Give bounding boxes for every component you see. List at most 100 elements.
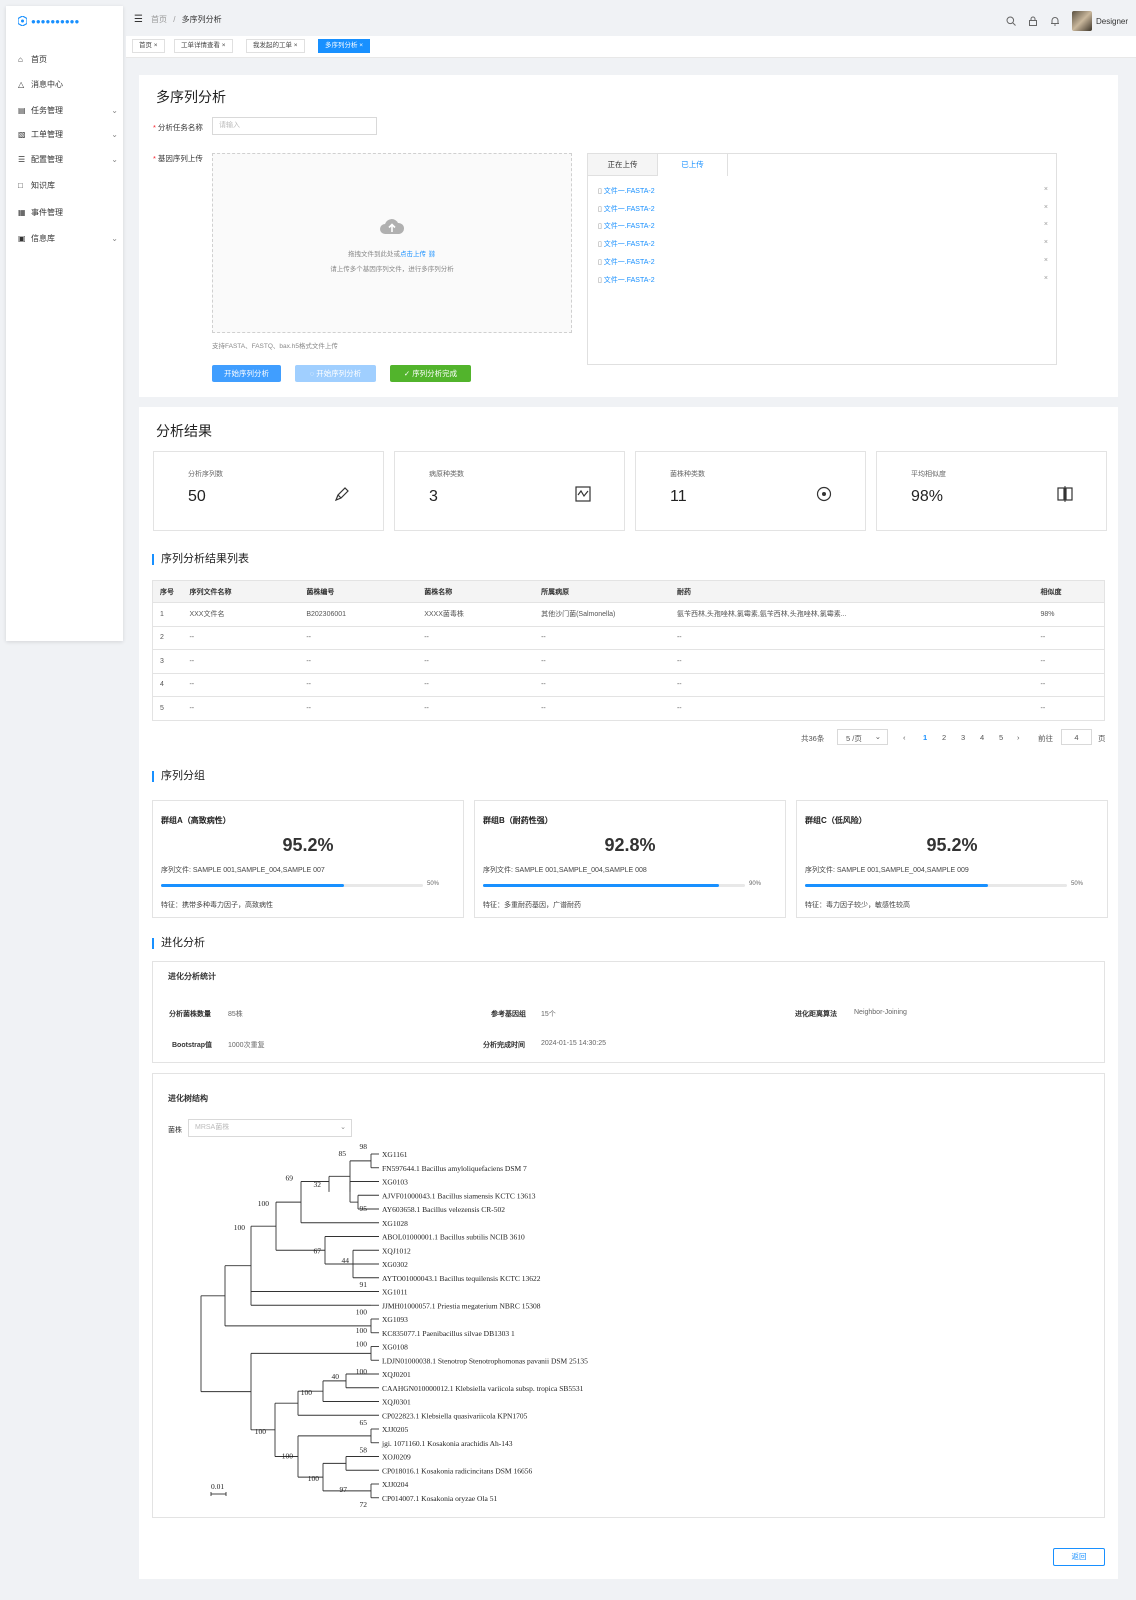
tree-leaf-label: XG1011: [382, 1288, 408, 1297]
tree-leaf-label: XG0103: [382, 1178, 408, 1187]
sidebar-item-1[interactable]: △ 消息中心: [18, 76, 118, 92]
lock-icon[interactable]: [1028, 16, 1038, 26]
sidebar-item-3[interactable]: ▧ 工单管理 ⌄: [18, 126, 118, 142]
tree-leaf-label: XJJ0205: [382, 1425, 409, 1434]
group-feature: 特征：毒力因子较少，敏感性较高: [805, 902, 910, 909]
home-icon: ⌂: [18, 54, 23, 64]
page-size-select[interactable]: 5 /页 ⌄: [837, 729, 888, 745]
next-page-icon[interactable]: ›: [1017, 733, 1020, 742]
uploaded-file-item[interactable]: ▯ 文件一.FASTA-2 ×: [598, 239, 1048, 249]
start-analysis-button[interactable]: 开始序列分析: [212, 365, 281, 382]
table-row[interactable]: 3 -- -- -- -- -- --: [152, 649, 1105, 674]
goto-page-input[interactable]: 4: [1061, 729, 1092, 745]
sidebar-item-2[interactable]: ▤ 任务管理 ⌄: [18, 102, 118, 118]
file-name[interactable]: 文件一.FASTA-2: [604, 223, 655, 230]
tree-leaf-label: XG1161: [382, 1150, 408, 1159]
table-cell: --: [534, 626, 670, 650]
group-progress-bar: [805, 884, 1067, 887]
tab-ticket-detail[interactable]: 工单详情查看 ×: [174, 39, 233, 53]
avatar[interactable]: [1071, 11, 1092, 31]
remove-file-icon[interactable]: ×: [1044, 186, 1048, 193]
table-row[interactable]: 1 XXX文件名 B202306001 XXXX菌毒株 其他沙门菌(Salmonella…: [152, 602, 1105, 627]
sidebar: ●●●●●●●●●● ⌂ 首页 △ 消息中心 ▤ 任务管理 ⌄ ▧ 工单管理 ⌄ ☰ 配置管理 ⌄ □ 知识…: [6, 6, 123, 641]
table-cell: XXXX菌毒株: [417, 602, 535, 627]
table-row[interactable]: 2 -- -- -- -- -- --: [152, 626, 1105, 650]
menu-toggle-icon[interactable]: ☰: [134, 14, 143, 25]
column-header: 相似度: [1033, 580, 1105, 603]
page-number[interactable]: 3: [961, 733, 965, 742]
bootstrap-value: 72: [360, 1500, 368, 1509]
bell-icon[interactable]: [1050, 16, 1060, 26]
uploaded-file-item[interactable]: ▯ 文件一.FASTA-2 ×: [598, 186, 1048, 196]
group-percent: 95.2%: [926, 835, 978, 855]
click-upload-link[interactable]: 点击上传: [400, 251, 426, 258]
task-name-input[interactable]: 请输入: [212, 117, 377, 135]
bootstrap-value: 40: [332, 1372, 340, 1381]
sidebar-item-0[interactable]: ⌂ 首页: [18, 51, 118, 67]
tab-multi-sequence[interactable]: 多序列分析 ×: [318, 39, 371, 53]
stat-value-finished: 2024-01-15 14:30:25: [541, 1040, 606, 1047]
stat-label: 菌株种类数: [670, 471, 705, 478]
tree-leaf-label: FN597644.1 Bacillus amyloliquefaciens DS…: [382, 1164, 527, 1173]
bootstrap-value: 95: [360, 1204, 368, 1213]
file-name[interactable]: 文件一.FASTA-2: [604, 241, 655, 248]
tab-uploaded[interactable]: 已上传: [658, 154, 728, 176]
target-icon: [816, 486, 832, 502]
sidebar-item-4[interactable]: ☰ 配置管理 ⌄: [18, 151, 118, 167]
page-number[interactable]: 1: [923, 733, 927, 742]
tree-leaf-label: jgi. 1071160.1 Kosakonia arachidis Ah-14…: [381, 1439, 513, 1448]
tab-my-tickets[interactable]: 我发起的工单 ×: [246, 39, 305, 53]
bootstrap-value: 100: [356, 1340, 368, 1349]
uploaded-file-item[interactable]: ▯ 文件一.FASTA-2 ×: [598, 204, 1048, 214]
table-row[interactable]: 5 -- -- -- -- -- --: [152, 696, 1105, 721]
user-name[interactable]: Designer: [1096, 17, 1128, 26]
remove-file-icon[interactable]: ×: [1044, 239, 1048, 246]
file-name[interactable]: 文件一.FASTA-2: [604, 259, 655, 266]
analysis-done-button[interactable]: ✓ 序列分析完成: [390, 365, 471, 382]
remove-file-icon[interactable]: ×: [1044, 204, 1048, 211]
prev-page-icon[interactable]: ‹: [903, 733, 906, 742]
uploaded-file-item[interactable]: ▯ 文件一.FASTA-2 ×: [598, 257, 1048, 267]
table-cell: --: [669, 626, 1034, 650]
sidebar-item-7[interactable]: ▣ 信息库 ⌄: [18, 230, 118, 246]
uploaded-file-item[interactable]: ▯ 文件一.FASTA-2 ×: [598, 221, 1048, 231]
page-number[interactable]: 4: [980, 733, 984, 742]
tree-leaf-label: XOJ0209: [382, 1453, 411, 1462]
logo[interactable]: ●●●●●●●●●●: [18, 16, 79, 26]
info-board-icon: ▣: [18, 233, 26, 243]
file-dropzone[interactable]: 拖拽文件到此处或点击上传 ⛓ 请上传多个基因序列文件，进行多序列分析: [212, 153, 572, 333]
table-cell: --: [669, 649, 1034, 674]
remove-file-icon[interactable]: ×: [1044, 257, 1048, 264]
stat-card: 分析序列数 50: [153, 451, 384, 531]
tab-home[interactable]: 首页 ×: [132, 39, 165, 53]
tab-uploading[interactable]: 正在上传: [588, 154, 658, 176]
chart-box-icon: [575, 486, 591, 502]
tree-leaf-label: LDJN01000038.1 Stenotrop Stenotrophomona…: [382, 1356, 588, 1365]
uploaded-file-item[interactable]: ▯ 文件一.FASTA-2 ×: [598, 275, 1048, 285]
stat-value: 50: [188, 488, 206, 505]
back-button[interactable]: 返回: [1053, 1548, 1105, 1566]
analysis-running-button[interactable]: ◌ 开始序列分析: [295, 365, 376, 382]
search-icon[interactable]: [1006, 16, 1016, 26]
table-cell: --: [299, 696, 418, 721]
bootstrap-value: 32: [314, 1180, 322, 1189]
stat-label: 平均相似度: [911, 471, 946, 478]
group-progress-label: 90%: [749, 881, 762, 887]
file-name[interactable]: 文件一.FASTA-2: [604, 188, 655, 195]
sidebar-item-6[interactable]: ▦ 事件管理: [18, 204, 118, 220]
file-name[interactable]: 文件一.FASTA-2: [604, 277, 655, 284]
remove-file-icon[interactable]: ×: [1044, 221, 1048, 228]
group-section-title: 序列分组: [152, 771, 205, 782]
group-progress-label: 50%: [1071, 881, 1084, 887]
page-number[interactable]: 5: [999, 733, 1003, 742]
page-number[interactable]: 2: [942, 733, 946, 742]
breadcrumb-home[interactable]: 首页: [151, 15, 167, 24]
table-cell: --: [669, 673, 1034, 697]
table-cell: --: [182, 673, 300, 697]
sidebar-item-5[interactable]: □ 知识库: [18, 177, 118, 193]
remove-file-icon[interactable]: ×: [1044, 275, 1048, 282]
logo-icon: [18, 16, 27, 26]
tree-leaf-label: XG1093: [382, 1315, 408, 1324]
table-row[interactable]: 4 -- -- -- -- -- --: [152, 673, 1105, 697]
file-name[interactable]: 文件一.FASTA-2: [604, 206, 655, 213]
